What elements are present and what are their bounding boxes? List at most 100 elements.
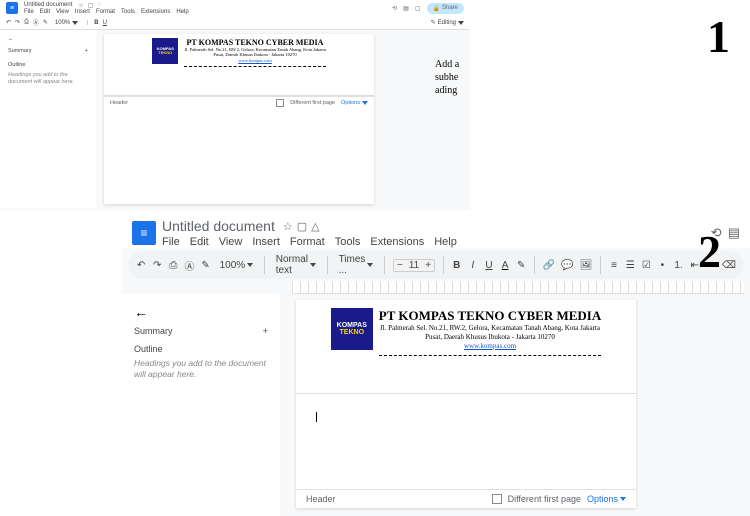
menu-file[interactable]: File — [162, 236, 180, 248]
add-summary-icon[interactable]: + — [85, 48, 88, 54]
company-url[interactable]: www.kompas.com — [464, 342, 516, 350]
text-color-icon[interactable]: A — [500, 256, 510, 274]
menu-format[interactable]: Format — [290, 236, 325, 248]
company-addr1: Jl. Palmerah Sel. No.21, RW.2, Gelora, K… — [379, 324, 601, 333]
menu-extensions[interactable]: Extensions — [141, 9, 170, 15]
comment-icon[interactable]: 💬 — [561, 256, 573, 274]
different-first-page-label: Different first page — [508, 494, 581, 504]
company-logo: KOMPAS TEKNO — [152, 38, 178, 64]
editing-mode[interactable]: ✎ Editing — [431, 19, 464, 26]
menu-insert[interactable]: Insert — [252, 236, 280, 248]
toolbar: ↶ ↷ ⎙ Ⓐ ✎ 100% B U ✎ Editing — [0, 16, 470, 30]
numbered-list-icon[interactable]: 1. — [673, 256, 683, 274]
outline-hint: Headings you add to the document will ap… — [8, 72, 88, 86]
move-icon[interactable]: ▢ — [297, 220, 307, 233]
menu-edit[interactable]: Edit — [190, 236, 209, 248]
clear-format-icon[interactable]: ⌫ — [722, 256, 736, 274]
underline-icon[interactable]: U — [103, 20, 107, 26]
paint-icon[interactable]: ✎ — [43, 19, 48, 26]
comments-icon[interactable]: ▤ — [728, 225, 740, 241]
document-page[interactable]: KOMPAS TEKNO PT KOMPAS TEKNO CYBER MEDIA… — [296, 300, 636, 508]
line-spacing-icon[interactable]: ☰ — [625, 256, 635, 274]
comments-icon[interactable]: ▤ — [403, 5, 409, 12]
add-summary-icon[interactable]: + — [263, 326, 268, 336]
spellcheck-icon[interactable]: Ⓐ — [184, 256, 194, 274]
header-options-dropdown[interactable]: Options — [587, 494, 626, 504]
star-icon[interactable]: ☆ — [78, 2, 83, 9]
step-number-2: 2 — [698, 225, 721, 278]
paint-icon[interactable]: ✎ — [201, 256, 211, 274]
align-icon[interactable]: ≡ — [609, 256, 619, 274]
page-header[interactable]: KOMPAS TEKNO PT KOMPAS TEKNO CYBER MEDIA… — [296, 300, 636, 394]
horizontal-ruler[interactable] — [292, 282, 744, 294]
undo-icon[interactable]: ↶ — [6, 19, 11, 26]
menu-tools[interactable]: Tools — [121, 9, 135, 15]
move-icon[interactable]: ▢ — [88, 2, 94, 9]
spellcheck-icon[interactable]: Ⓐ — [33, 18, 39, 27]
company-name: PT KOMPAS TEKNO CYBER MEDIA — [184, 38, 325, 47]
menu-insert[interactable]: Insert — [75, 9, 90, 15]
menu-extensions[interactable]: Extensions — [370, 236, 424, 248]
underline-icon[interactable]: U — [484, 256, 494, 274]
company-addr2: Pusat, Daerah Khusus Ibukota - Jakarta 1… — [379, 333, 601, 342]
menu-view[interactable]: View — [56, 9, 69, 15]
page-header[interactable]: KOMPAS TEKNO PT KOMPAS TEKNO CYBER MEDIA… — [104, 34, 374, 96]
meet-icon[interactable]: ▢ — [415, 5, 421, 12]
different-first-page-checkbox[interactable] — [276, 99, 284, 107]
bold-icon[interactable]: B — [452, 256, 462, 274]
different-first-page-label: Different first page — [290, 100, 335, 106]
history-icon[interactable]: ⟲ — [392, 5, 397, 12]
style-dropdown[interactable]: Normal text — [273, 254, 319, 276]
doc-title[interactable]: Untitled document — [24, 2, 72, 8]
pencil-icon: ✎ — [431, 19, 436, 26]
header-label: Header — [306, 494, 336, 504]
header-divider — [379, 355, 601, 356]
company-name: PT KOMPAS TEKNO CYBER MEDIA — [379, 308, 601, 324]
share-button[interactable]: 🔒 Share — [427, 3, 465, 14]
back-arrow-icon[interactable]: ← — [134, 304, 268, 320]
menu-format[interactable]: Format — [96, 9, 115, 15]
header-toolbar: Header Different first page Options — [296, 489, 636, 508]
bullet-list-icon[interactable]: • — [657, 256, 667, 274]
zoom-dropdown[interactable]: 100% — [217, 260, 257, 271]
cloud-icon[interactable]: △ — [311, 220, 319, 233]
checklist-icon[interactable]: ☑ — [641, 256, 651, 274]
header-options-dropdown[interactable]: Options — [341, 100, 368, 106]
cloud-icon[interactable]: ◌ — [97, 2, 101, 9]
print-icon[interactable]: ⎙ — [24, 19, 29, 26]
italic-icon[interactable]: I — [468, 256, 478, 274]
company-url[interactable]: www.kompas.com — [238, 58, 271, 63]
undo-icon[interactable]: ↶ — [136, 256, 146, 274]
text-cursor — [316, 412, 317, 422]
font-size-spinner[interactable]: − 11 + — [393, 259, 435, 272]
menu-help[interactable]: Help — [176, 9, 188, 15]
outline-label: Outline — [134, 344, 268, 354]
image-icon[interactable]: 🖼 — [580, 256, 593, 274]
decrease-icon[interactable]: − — [394, 260, 406, 271]
redo-icon[interactable]: ↷ — [15, 19, 20, 26]
increase-icon[interactable]: + — [422, 260, 434, 271]
star-icon[interactable]: ☆ — [283, 220, 293, 233]
doc-title[interactable]: Untitled document — [162, 218, 275, 234]
header-label: Header — [110, 100, 128, 106]
menu-file[interactable]: File — [24, 9, 34, 15]
menu-help[interactable]: Help — [434, 236, 457, 248]
redo-icon[interactable]: ↷ — [152, 256, 162, 274]
menu-tools[interactable]: Tools — [335, 236, 361, 248]
back-arrow-icon[interactable]: ← — [8, 36, 88, 42]
annotation-caption: Add a subhe ading — [435, 58, 459, 97]
highlight-icon[interactable]: ✎ — [516, 256, 526, 274]
bold-icon[interactable]: B — [94, 20, 98, 26]
summary-label: Summary — [8, 48, 32, 54]
zoom-dropdown[interactable]: 100% — [52, 20, 81, 26]
outline-label: Outline — [8, 62, 88, 68]
step-number-1: 1 — [707, 10, 730, 63]
menu-view[interactable]: View — [219, 236, 243, 248]
document-page[interactable]: KOMPAS TEKNO PT KOMPAS TEKNO CYBER MEDIA… — [104, 34, 374, 204]
toolbar: ↶ ↷ ⎙ Ⓐ ✎ 100% Normal text Times ... − 1… — [128, 251, 744, 279]
menu-edit[interactable]: Edit — [40, 9, 50, 15]
different-first-page-checkbox[interactable] — [492, 494, 502, 504]
print-icon[interactable]: ⎙ — [168, 256, 178, 274]
font-dropdown[interactable]: Times ... — [336, 254, 377, 276]
link-icon[interactable]: 🔗 — [543, 256, 555, 274]
